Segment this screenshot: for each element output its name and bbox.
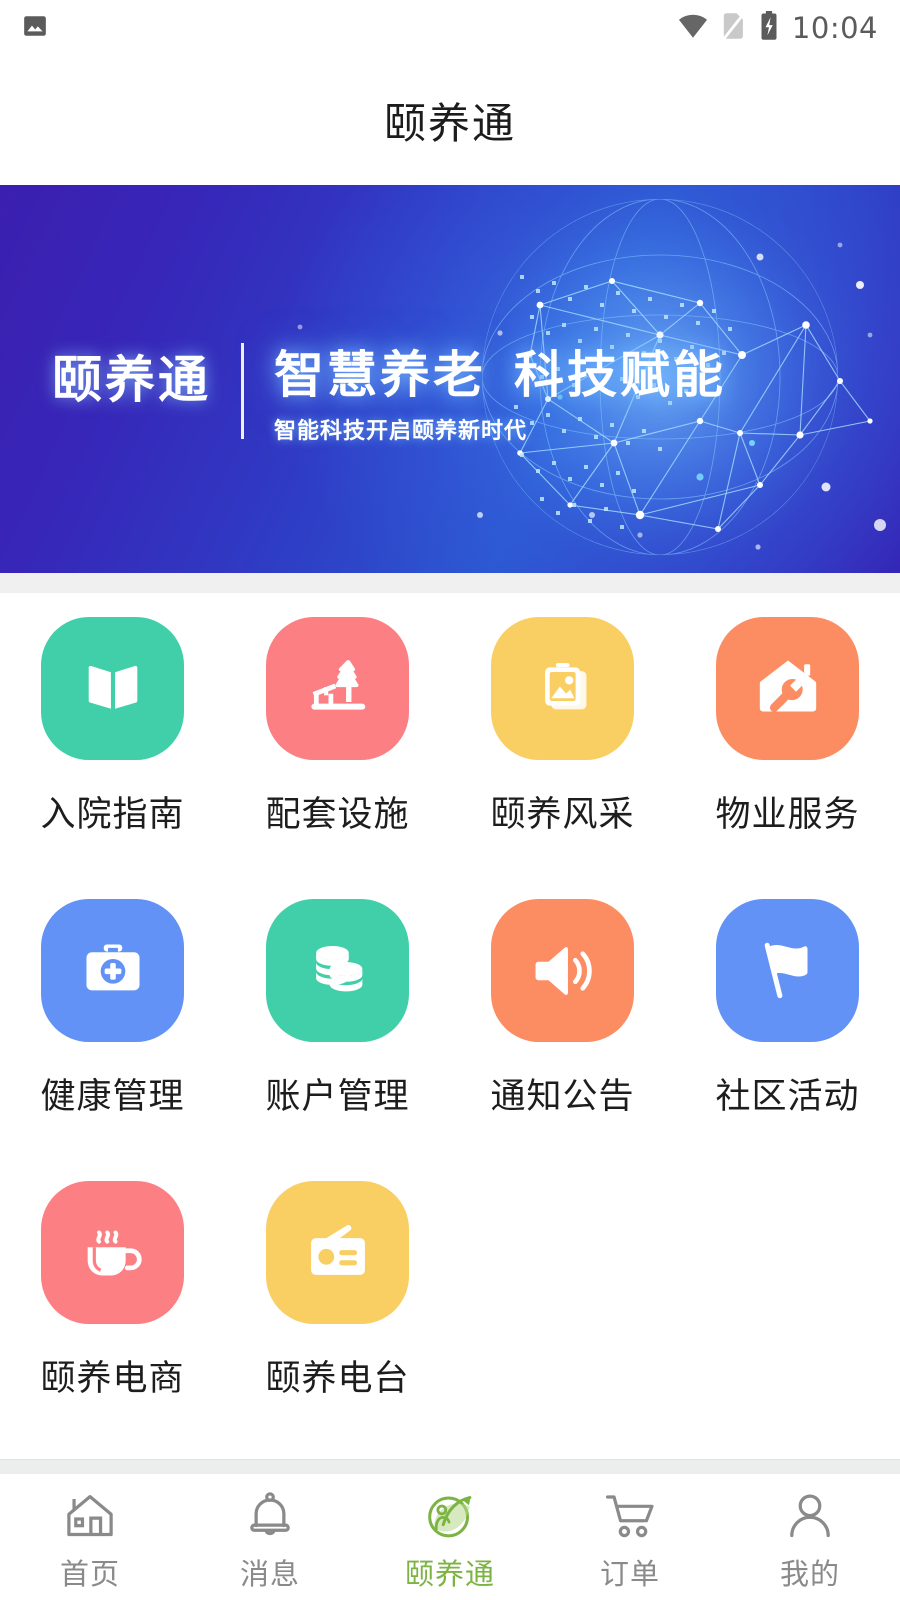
tab-messages[interactable]: 消息: [180, 1488, 360, 1593]
tile-background: [41, 617, 184, 760]
promo-banner[interactable]: 颐养通 智慧养老 科技赋能 智能科技开启颐养新时代: [0, 185, 900, 573]
grid-item-community-activity[interactable]: 社区活动: [675, 899, 900, 1119]
grid-item-label: 社区活动: [715, 1077, 860, 1117]
grid-item-label: 颐养电台: [265, 1359, 410, 1399]
grid-item-ecommerce[interactable]: 颐养电商: [0, 1181, 225, 1401]
banner-headline: 智慧养老 科技赋能: [274, 347, 726, 403]
grid-item-health-management[interactable]: 健康管理: [0, 899, 225, 1119]
coin-stack-icon: [315, 945, 362, 991]
page-title: 颐养通: [383, 99, 516, 148]
tile-background: [266, 1181, 409, 1324]
cart-icon: [602, 1488, 658, 1544]
park-tree-icon: [310, 659, 365, 710]
coffee-cup-icon: [87, 1229, 142, 1275]
grid-item-property-service[interactable]: 物业服务: [675, 617, 900, 837]
banner-divider: [241, 343, 244, 439]
grid-item-announcements[interactable]: 通知公告: [450, 899, 675, 1119]
grid-item-account-management[interactable]: 账户管理: [225, 899, 450, 1119]
status-bar: 10:04: [0, 0, 900, 56]
leaf-person-icon: [422, 1488, 478, 1544]
grid-item-label: 通知公告: [490, 1077, 635, 1117]
grid-item-facilities[interactable]: 配套设施: [225, 617, 450, 837]
app-screen: 10:04 颐养通 颐养通 智慧养老 科技赋能 智能科技开启颐养新时代 入院指南…: [0, 0, 900, 1600]
tab-home[interactable]: 首页: [0, 1488, 180, 1593]
grid-item-empty: [675, 1181, 900, 1401]
tile-background: [716, 617, 859, 760]
wifi-icon: [677, 13, 709, 43]
tab-yiyangtong[interactable]: 颐养通: [360, 1488, 540, 1593]
home-icon: [62, 1488, 118, 1544]
tab-label: 订单: [599, 1557, 660, 1591]
battery-charging-icon: [759, 11, 779, 45]
banner-subtitle: 智能科技开启颐养新时代: [274, 419, 528, 444]
tab-profile[interactable]: 我的: [720, 1488, 900, 1593]
banner-text-block: 颐养通 智慧养老 科技赋能 智能科技开启颐养新时代: [52, 343, 726, 445]
service-grid-section: 入院指南 配套设施 颐养风采 物业服务 健康管理 账户管理 通知公告 社区活动 …: [0, 593, 900, 1459]
bottom-navigation: 首页 消息 颐养通 订单 我的: [0, 1474, 900, 1600]
grid-item-label: 物业服务: [715, 795, 860, 835]
app-header: 颐养通: [0, 56, 900, 185]
bell-icon: [244, 1488, 296, 1544]
grid-item-label: 健康管理: [40, 1077, 185, 1117]
image-notification-icon: [22, 13, 48, 43]
grid-item-admission-guide[interactable]: 入院指南: [0, 617, 225, 837]
banner-headline-left: 智慧养老: [274, 346, 486, 404]
banner-headline-right: 科技赋能: [514, 346, 726, 404]
banner-copy: 智慧养老 科技赋能 智能科技开启颐养新时代: [274, 347, 726, 445]
grid-item-label: 入院指南: [40, 795, 185, 835]
status-bar-left: [22, 13, 48, 43]
grid-item-label: 配套设施: [265, 795, 410, 835]
grid-item-label: 颐养电商: [40, 1359, 185, 1399]
status-bar-right: 10:04: [677, 11, 878, 45]
grid-item-empty: [450, 1181, 675, 1401]
radio-icon: [310, 1224, 365, 1275]
tile-background: [716, 899, 859, 1042]
tab-label: 首页: [59, 1557, 120, 1591]
grid-item-label: 账户管理: [265, 1077, 410, 1117]
tile-background: [491, 899, 634, 1042]
speaker-icon: [535, 946, 592, 995]
status-bar-clock: 10:04: [791, 11, 878, 45]
tile-background: [266, 617, 409, 760]
section-separator: [0, 573, 900, 593]
sim-card-off-icon: [722, 12, 746, 44]
tab-orders[interactable]: 订单: [540, 1488, 720, 1593]
house-wrench-icon: [759, 660, 816, 712]
tab-label: 我的: [779, 1557, 840, 1591]
tile-background: [41, 1181, 184, 1324]
tile-background: [266, 899, 409, 1042]
grid-item-radio[interactable]: 颐养电台: [225, 1181, 450, 1401]
tab-label: 颐养通: [404, 1557, 495, 1591]
flag-icon: [764, 942, 807, 998]
tabbar-separator: [0, 1459, 900, 1474]
person-icon: [784, 1488, 836, 1544]
grid-item-gallery[interactable]: 颐养风采: [450, 617, 675, 837]
tile-background: [41, 899, 184, 1042]
tab-label: 消息: [239, 1557, 300, 1591]
photo-stack-icon: [544, 662, 586, 709]
medical-kit-icon: [85, 943, 140, 990]
tile-background: [491, 617, 634, 760]
grid-item-label: 颐养风采: [490, 795, 635, 835]
service-grid: 入院指南 配套设施 颐养风采 物业服务 健康管理 账户管理 通知公告 社区活动 …: [0, 617, 900, 1401]
open-book-icon: [88, 665, 137, 709]
banner-logo: 颐养通: [52, 351, 211, 409]
